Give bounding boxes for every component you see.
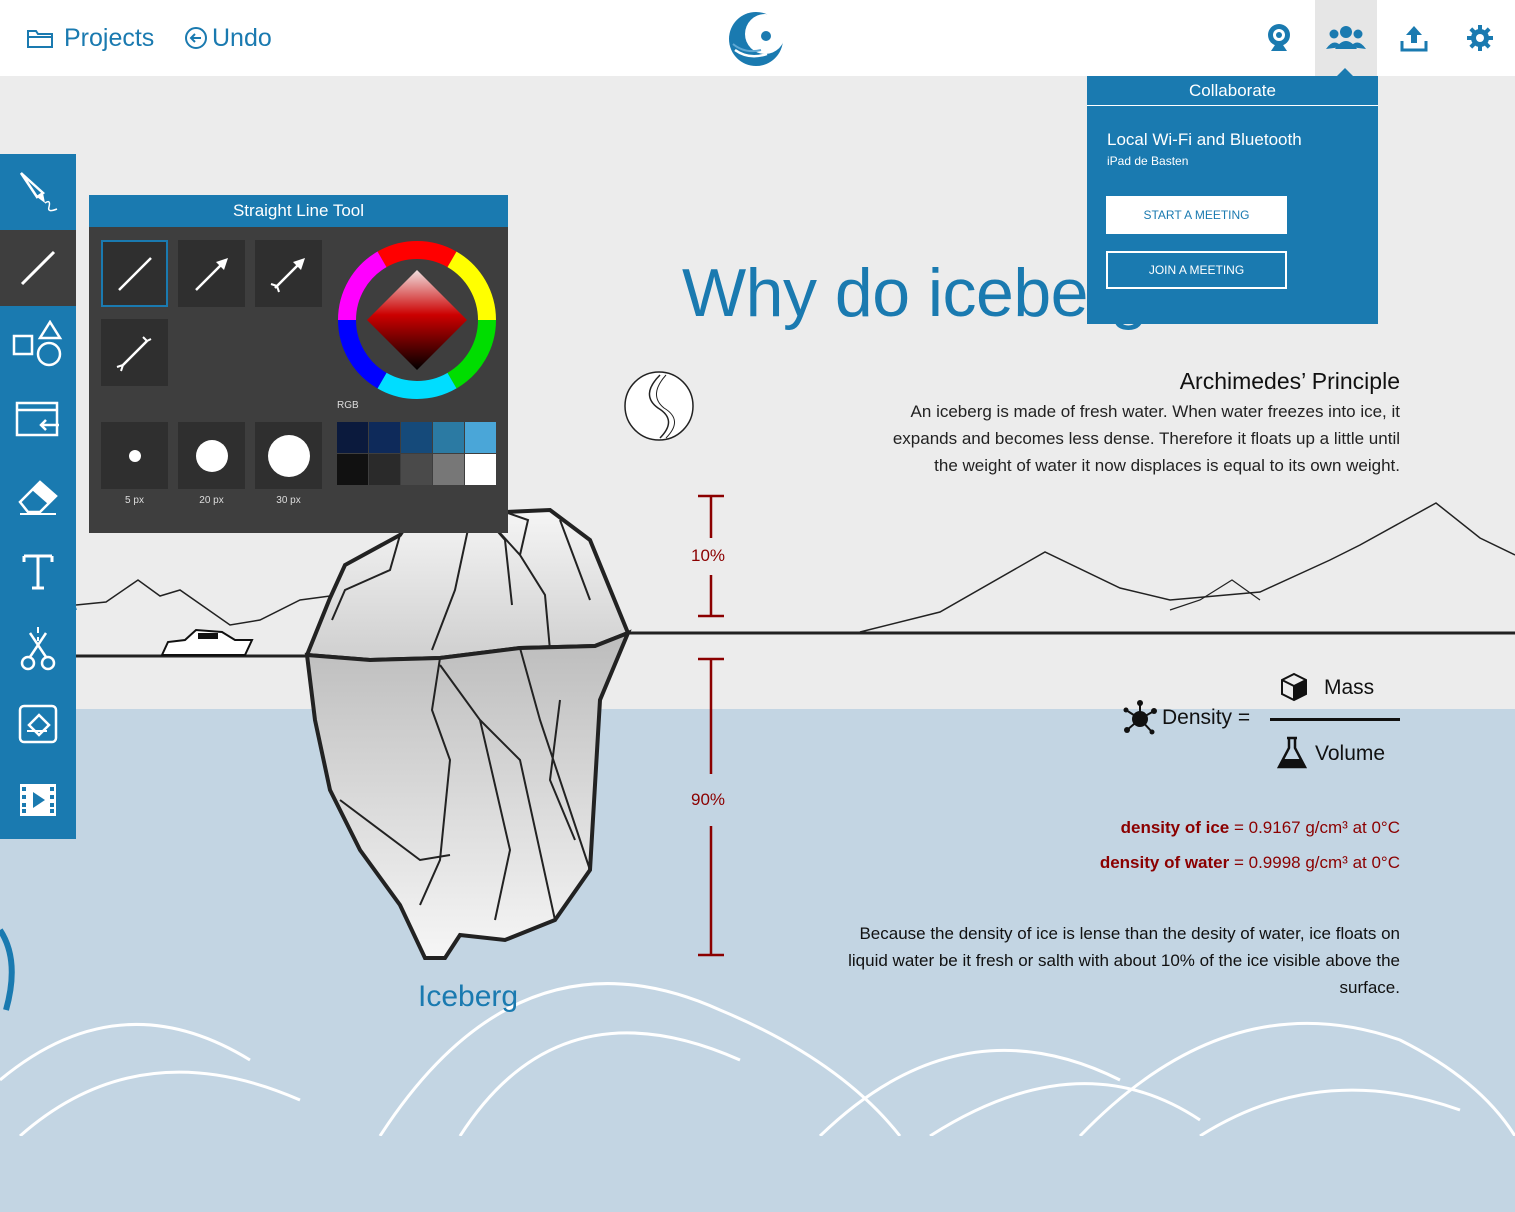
density-label: Density = xyxy=(1162,706,1251,729)
import-window-icon xyxy=(15,401,59,437)
iceberg-label: Iceberg xyxy=(418,980,519,1013)
bone-line-icon xyxy=(116,335,151,371)
plain-line-icon xyxy=(117,256,152,291)
color-swatch[interactable] xyxy=(465,454,496,485)
stroke-size-20[interactable] xyxy=(178,422,245,489)
color-model-label: RGB xyxy=(337,400,359,411)
import-tool-button[interactable] xyxy=(0,382,76,458)
start-meeting-button[interactable]: START A MEETING xyxy=(1106,196,1287,234)
eraser-tool-button[interactable] xyxy=(0,458,76,534)
principle-text: An iceberg is made of fresh water. When … xyxy=(892,402,1400,475)
fountain-pen-icon xyxy=(19,172,58,212)
color-swatches xyxy=(337,422,496,486)
color-swatch[interactable] xyxy=(433,454,464,485)
tail-arrow-line-icon xyxy=(270,257,305,292)
color-swatch[interactable] xyxy=(465,422,496,453)
color-swatch[interactable] xyxy=(369,454,400,485)
moon-wave-logo xyxy=(729,12,785,66)
paint-bucket-icon xyxy=(18,704,58,744)
stroke-size-5[interactable] xyxy=(101,422,168,489)
tool-panel-title: Straight Line Tool xyxy=(89,195,508,227)
collaborate-popover: Collaborate Local Wi-Fi and Bluetooth iP… xyxy=(1087,76,1378,324)
dot-small-icon xyxy=(128,449,141,462)
volume-label: Volume xyxy=(1315,742,1386,765)
color-swatch[interactable] xyxy=(337,454,368,485)
collaborate-button[interactable] xyxy=(1315,0,1377,76)
stroke-size-20-label: 20 px xyxy=(199,495,224,506)
ice-density-line: density of ice = 0.9167 g/cm³ at 0°C xyxy=(1121,818,1400,838)
principle-title: Archimedes’ Principle xyxy=(1179,368,1400,394)
line-style-bone[interactable] xyxy=(101,319,168,386)
shapes-icon xyxy=(12,320,63,367)
color-swatch[interactable] xyxy=(401,422,432,453)
line-style-tail-arrow[interactable] xyxy=(255,240,322,307)
export-button[interactable] xyxy=(1383,0,1445,76)
arrow-line-icon xyxy=(194,257,228,291)
line-style-plain[interactable] xyxy=(101,240,168,307)
text-t-icon xyxy=(22,554,54,590)
straight-line-tool-button[interactable] xyxy=(0,230,76,306)
dot-medium-icon xyxy=(195,439,228,472)
settings-button[interactable] xyxy=(1449,0,1511,76)
text-tool-button[interactable] xyxy=(0,534,76,610)
fraction-bar xyxy=(1270,718,1400,721)
webcam-icon xyxy=(1268,24,1290,51)
ice-density-name: density of ice xyxy=(1120,818,1230,837)
fill-tool-button[interactable] xyxy=(0,686,76,762)
collaborate-popover-caret xyxy=(1337,68,1353,76)
webcam-button[interactable] xyxy=(1248,0,1310,76)
undo-button[interactable]: Undo xyxy=(184,18,272,58)
stroke-size-30[interactable] xyxy=(255,422,322,489)
above-percent-label: 10% xyxy=(691,546,726,565)
undo-label: Undo xyxy=(212,23,272,52)
mass-label: Mass xyxy=(1324,676,1375,699)
color-wheel[interactable] xyxy=(337,240,497,400)
color-swatch[interactable] xyxy=(433,422,464,453)
device-name: iPad de Basten xyxy=(1107,154,1189,168)
cube-icon xyxy=(1281,672,1307,702)
flask-icon xyxy=(1276,736,1308,769)
conclusion-text: Because the density of ice is lense than… xyxy=(848,924,1400,997)
collaborate-icon xyxy=(1326,26,1366,49)
boat-icon xyxy=(160,628,254,656)
straight-line-tool-panel: Straight Line Tool 5 px 20 px 30 px RGB xyxy=(89,195,508,533)
density-equation: Density = Mass Volume xyxy=(1120,670,1410,780)
undo-arrow-icon xyxy=(185,27,207,49)
scissors-icon xyxy=(20,627,56,671)
line-style-arrow[interactable] xyxy=(178,240,245,307)
below-percent-label: 90% xyxy=(691,790,726,809)
folder-icon xyxy=(27,30,53,48)
color-swatch[interactable] xyxy=(401,454,432,485)
water-density-value: = 0.9998 g/cm³ at 0°C xyxy=(1229,853,1400,872)
stroke-size-5-label: 5 px xyxy=(125,495,144,506)
top-toolbar: Projects Undo xyxy=(0,0,1515,76)
molecule-icon xyxy=(1123,700,1157,735)
projects-button[interactable]: Projects xyxy=(26,18,154,58)
pen-tool-button[interactable] xyxy=(0,154,76,230)
film-play-icon xyxy=(20,784,56,816)
scissors-tool-button[interactable] xyxy=(0,610,76,686)
settings-icon xyxy=(1467,25,1493,51)
straight-line-icon xyxy=(20,250,56,286)
collaborate-header: Collaborate xyxy=(1087,76,1378,106)
export-icon xyxy=(1400,26,1428,52)
shapes-tool-button[interactable] xyxy=(0,306,76,382)
dot-large-icon xyxy=(267,434,310,477)
media-tool-button[interactable] xyxy=(0,762,76,838)
stroke-size-30-label: 30 px xyxy=(276,495,301,506)
join-meeting-button[interactable]: JOIN A MEETING xyxy=(1106,251,1287,289)
eraser-icon xyxy=(18,480,58,515)
water-density-line: density of water = 0.9998 g/cm³ at 0°C xyxy=(1100,853,1400,873)
color-swatch[interactable] xyxy=(369,422,400,453)
tool-sidebar xyxy=(0,154,76,839)
projects-label: Projects xyxy=(64,23,155,52)
color-swatch[interactable] xyxy=(337,422,368,453)
ice-density-value: = 0.9167 g/cm³ at 0°C xyxy=(1229,818,1400,837)
water-density-name: density of water xyxy=(1099,853,1230,872)
connection-title: Local Wi-Fi and Bluetooth xyxy=(1107,130,1302,149)
